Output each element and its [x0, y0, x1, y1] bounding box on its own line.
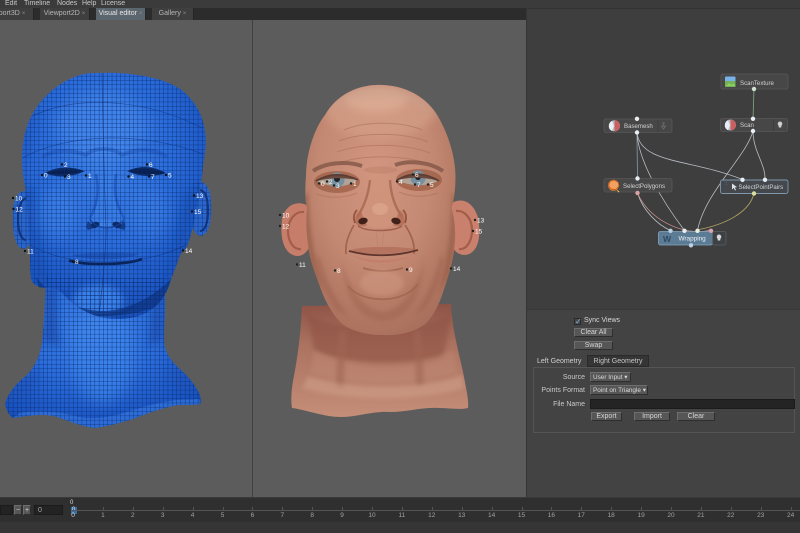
- svg-text:Basemesh: Basemesh: [624, 123, 653, 130]
- svg-text:Wrapping: Wrapping: [679, 236, 707, 243]
- svg-text:15: 15: [194, 209, 202, 216]
- svg-text:Scan: Scan: [740, 122, 754, 129]
- svg-text:12: 12: [16, 207, 24, 214]
- svg-text:14: 14: [185, 248, 193, 255]
- svg-text:11: 11: [27, 249, 34, 256]
- svg-text:SelectPointPairs: SelectPointPairs: [739, 184, 784, 191]
- svg-text:6: 6: [149, 162, 153, 169]
- svg-text:13: 13: [196, 193, 204, 200]
- svg-text:W: W: [663, 234, 672, 244]
- svg-text:4: 4: [131, 174, 135, 181]
- svg-text:2: 2: [329, 179, 333, 186]
- svg-text:5: 5: [430, 182, 434, 189]
- svg-text:5: 5: [168, 173, 172, 180]
- svg-text:ScanTexture: ScanTexture: [740, 80, 774, 87]
- svg-text:SelectPolygons: SelectPolygons: [623, 183, 665, 190]
- svg-text:0: 0: [321, 181, 325, 188]
- svg-text:10: 10: [15, 196, 23, 203]
- svg-text:3: 3: [67, 174, 71, 181]
- svg-text:2: 2: [64, 162, 68, 169]
- svg-text:11: 11: [299, 262, 306, 269]
- svg-text:1: 1: [88, 173, 92, 180]
- svg-text::: :: [726, 181, 727, 187]
- svg-text:0: 0: [44, 173, 48, 180]
- svg-text:7: 7: [151, 174, 155, 181]
- svg-text:4: 4: [399, 179, 403, 186]
- svg-text:7: 7: [417, 182, 421, 189]
- svg-text:3: 3: [336, 183, 340, 190]
- svg-text:14: 14: [453, 266, 461, 273]
- svg-text:12: 12: [282, 224, 290, 231]
- svg-text:8: 8: [337, 268, 341, 275]
- svg-text:13: 13: [477, 218, 485, 225]
- svg-text:10: 10: [282, 213, 290, 220]
- svg-text:15: 15: [475, 229, 483, 236]
- svg-text:1: 1: [353, 181, 357, 188]
- svg-text:9: 9: [409, 267, 413, 274]
- svg-text:8: 8: [75, 259, 79, 266]
- svg-text:6: 6: [415, 172, 419, 179]
